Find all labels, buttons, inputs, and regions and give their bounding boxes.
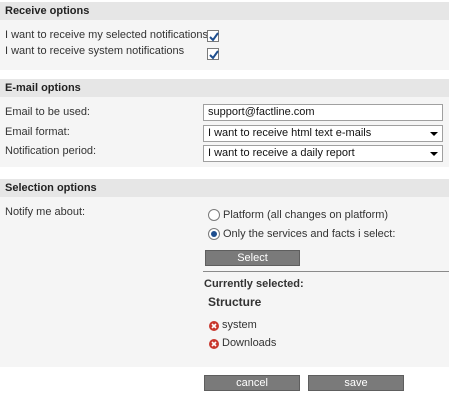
email-options-panel: Email to be used: support@factline.com E… xyxy=(0,97,449,167)
selection-options-panel: Notify me about: Platform (all changes o… xyxy=(0,197,449,367)
select-button[interactable]: Select xyxy=(205,250,300,266)
selection-group-title: Structure xyxy=(208,295,262,309)
system-notifications-label: I want to receive system notifications xyxy=(5,45,185,57)
notification-period-value: I want to receive a daily report xyxy=(208,147,355,159)
platform-option-label: Platform (all changes on platform) xyxy=(223,209,389,221)
selected-services-radio[interactable] xyxy=(208,228,220,240)
selected-services-option-label: Only the services and facts i select: xyxy=(223,228,396,240)
cancel-button[interactable]: cancel xyxy=(204,375,300,391)
chevron-down-icon xyxy=(430,132,438,136)
notification-period-label: Notification period: xyxy=(5,145,97,157)
email-format-label: Email format: xyxy=(5,126,70,138)
close-icon xyxy=(211,323,217,329)
remove-icon[interactable] xyxy=(209,321,219,331)
radio-selected-dot xyxy=(211,231,217,237)
email-format-select[interactable]: I want to receive html text e-mails xyxy=(203,125,443,142)
receive-options-header: Receive options xyxy=(0,2,449,20)
system-notifications-checkbox[interactable] xyxy=(207,48,219,60)
receive-options-panel: I want to receive my selected notificati… xyxy=(0,20,449,70)
remove-icon[interactable] xyxy=(209,339,219,349)
selected-notifications-label: I want to receive my selected notificati… xyxy=(5,29,208,41)
email-address-input[interactable]: support@factline.com xyxy=(203,104,443,121)
checkmark-icon xyxy=(209,32,219,42)
notification-period-select[interactable]: I want to receive a daily report xyxy=(203,145,443,162)
save-button[interactable]: save xyxy=(308,375,404,391)
selected-notifications-checkbox[interactable] xyxy=(207,30,219,42)
selected-item-system: system xyxy=(222,319,257,331)
email-address-label: Email to be used: xyxy=(5,106,90,118)
selected-item-downloads: Downloads xyxy=(222,337,277,349)
divider xyxy=(203,271,449,272)
checkmark-icon xyxy=(209,50,219,60)
close-icon xyxy=(211,341,217,347)
notify-me-about-label: Notify me about: xyxy=(5,206,86,218)
currently-selected-label: Currently selected: xyxy=(204,278,304,290)
email-format-value: I want to receive html text e-mails xyxy=(208,127,372,139)
chevron-down-icon xyxy=(430,152,438,156)
platform-radio[interactable] xyxy=(208,209,220,221)
selection-options-header: Selection options xyxy=(0,179,449,197)
email-options-header: E-mail options xyxy=(0,79,449,97)
